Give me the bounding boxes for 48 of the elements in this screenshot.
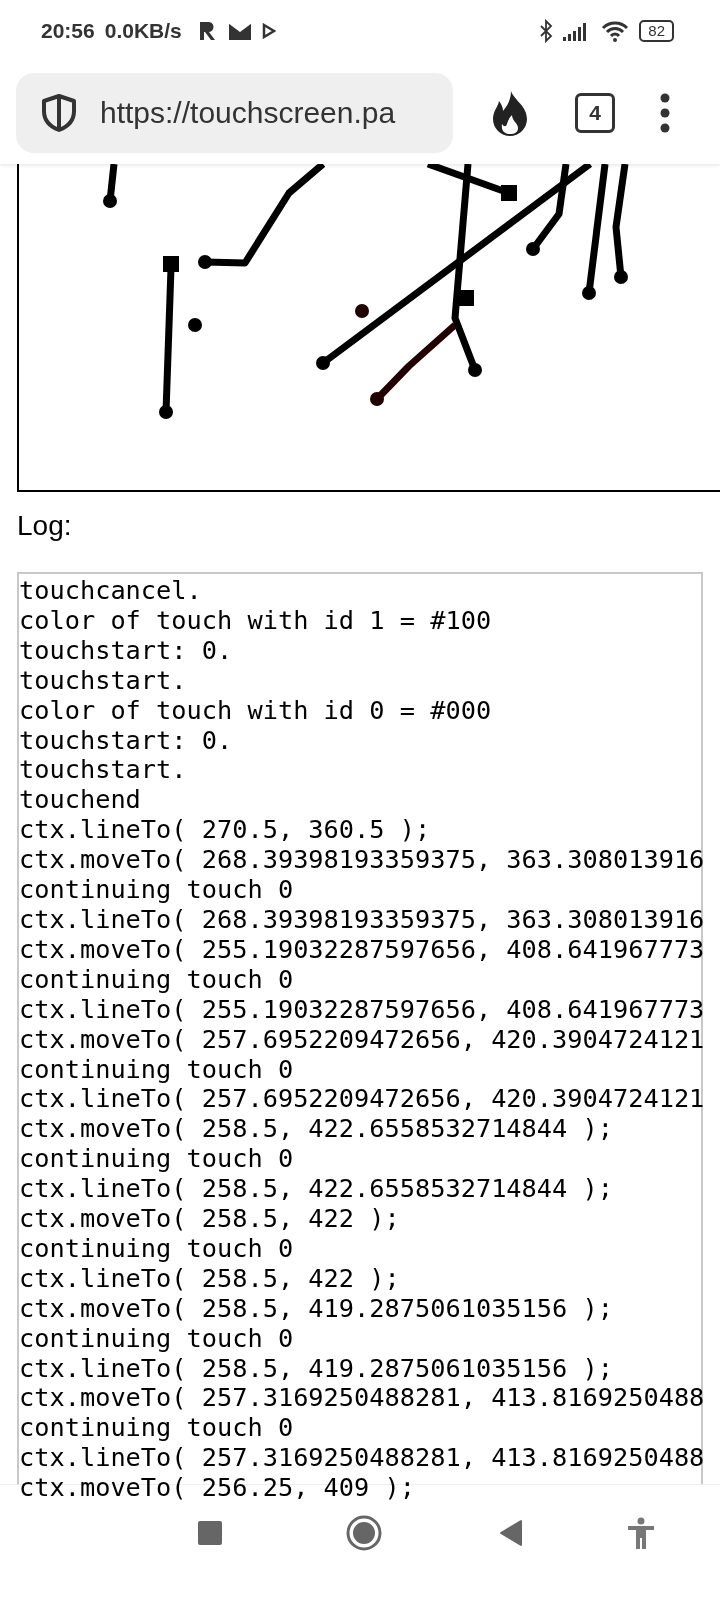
- log-line: continuing touch 0: [19, 1144, 294, 1175]
- home-icon[interactable]: [346, 1515, 382, 1551]
- log-line: touchstart.: [19, 755, 187, 786]
- bluetooth-icon: [539, 19, 554, 43]
- log-line: continuing touch 0: [19, 875, 294, 905]
- log-line: continuing touch 0: [19, 1233, 294, 1264]
- log-line: continuing touch 0: [19, 1323, 294, 1354]
- log-line: touchcancel.: [19, 576, 202, 606]
- tab-count-button[interactable]: 4: [575, 93, 615, 133]
- mail-icon: [227, 21, 252, 41]
- log-line: ctx.lineTo( 258.5, 422 );: [19, 1263, 400, 1294]
- log-line: ctx.lineTo( 258.5, 419.2875061035156 );: [19, 1353, 613, 1384]
- log-line: touchend: [19, 785, 141, 816]
- drawing-canvas[interactable]: [17, 164, 720, 492]
- log-line: ctx.lineTo( 257.6952209472656, 420.3904724121: [19, 1084, 705, 1115]
- log-line: color of touch with id 0 = #000: [19, 695, 492, 726]
- wifi-icon: [601, 20, 630, 42]
- status-time: 20:56: [41, 19, 95, 43]
- battery-indicator: 82: [639, 20, 674, 42]
- log-line: ctx.lineTo( 255.19032287597656, 408.641967773: [19, 994, 705, 1025]
- network-speed: 0.0KB/s: [104, 19, 182, 43]
- log-line: continuing touch 0: [19, 1054, 294, 1085]
- play-icon: [261, 23, 276, 39]
- log-line: ctx.moveTo( 258.5, 419.2875061035156 );: [19, 1293, 613, 1324]
- accessibility-icon[interactable]: [627, 1517, 655, 1549]
- back-icon[interactable]: [499, 1519, 523, 1547]
- log-line: ctx.lineTo( 258.5, 422.6558532714844 );: [19, 1174, 613, 1205]
- log-line: ctx.moveTo( 256.25, 409 );: [19, 1473, 415, 1504]
- log-line: ctx.lineTo( 270.5, 360.5 );: [19, 815, 431, 846]
- log-line: ctx.lineTo( 268.39398193359375, 363.308013916: [19, 904, 705, 935]
- flame-icon[interactable]: [491, 90, 529, 136]
- log-line: continuing touch 0: [19, 1413, 294, 1444]
- log-label: Log:: [17, 509, 73, 543]
- log-line: ctx.moveTo( 257.3169250488281, 413.8169250488: [19, 1383, 705, 1414]
- log-line: color of touch with id 1 = #100: [19, 605, 492, 636]
- log-line: touchstart: 0.: [19, 635, 233, 666]
- log-line: touchstart: 0.: [19, 725, 233, 756]
- log-line: ctx.moveTo( 257.6952209472656, 420.3904724121: [19, 1024, 705, 1055]
- log-line: continuing touch 0: [19, 964, 294, 995]
- log-line: touchstart.: [19, 665, 187, 696]
- log-line: ctx.moveTo( 268.39398193359375, 363.308013916: [19, 845, 705, 876]
- url-field[interactable]: https://touchscreen.pa: [16, 73, 453, 153]
- log-line: ctx.moveTo( 258.5, 422 );: [19, 1204, 400, 1234]
- menu-icon[interactable]: [659, 93, 671, 133]
- log-line: ctx.lineTo( 257.3169250488281, 413.8169250488: [19, 1443, 705, 1474]
- log-line: ctx.moveTo( 258.5, 422.6558532714844 );: [19, 1114, 613, 1145]
- log-line: ctx.moveTo( 255.19032287597656, 408.641967773: [19, 934, 705, 965]
- recents-icon[interactable]: [197, 1520, 223, 1546]
